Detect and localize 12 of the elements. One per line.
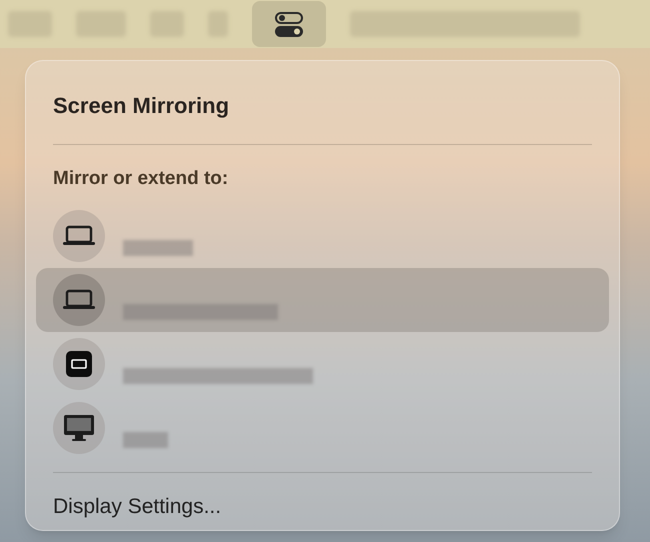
control-center-button[interactable]	[252, 1, 326, 47]
tv-icon	[66, 350, 92, 376]
redacted-device-name	[123, 240, 193, 256]
toggle-switches-icon	[274, 11, 304, 37]
display-settings-item[interactable]: Display Settings...	[53, 490, 592, 522]
section-label: Mirror or extend to:	[53, 167, 230, 191]
device-item[interactable]	[36, 268, 609, 332]
laptop-icon	[62, 288, 96, 310]
laptop-icon	[62, 224, 96, 246]
desktop-display-icon	[63, 414, 95, 442]
redacted-device-name	[123, 432, 168, 448]
panel-title: Screen Mirroring	[53, 92, 230, 120]
